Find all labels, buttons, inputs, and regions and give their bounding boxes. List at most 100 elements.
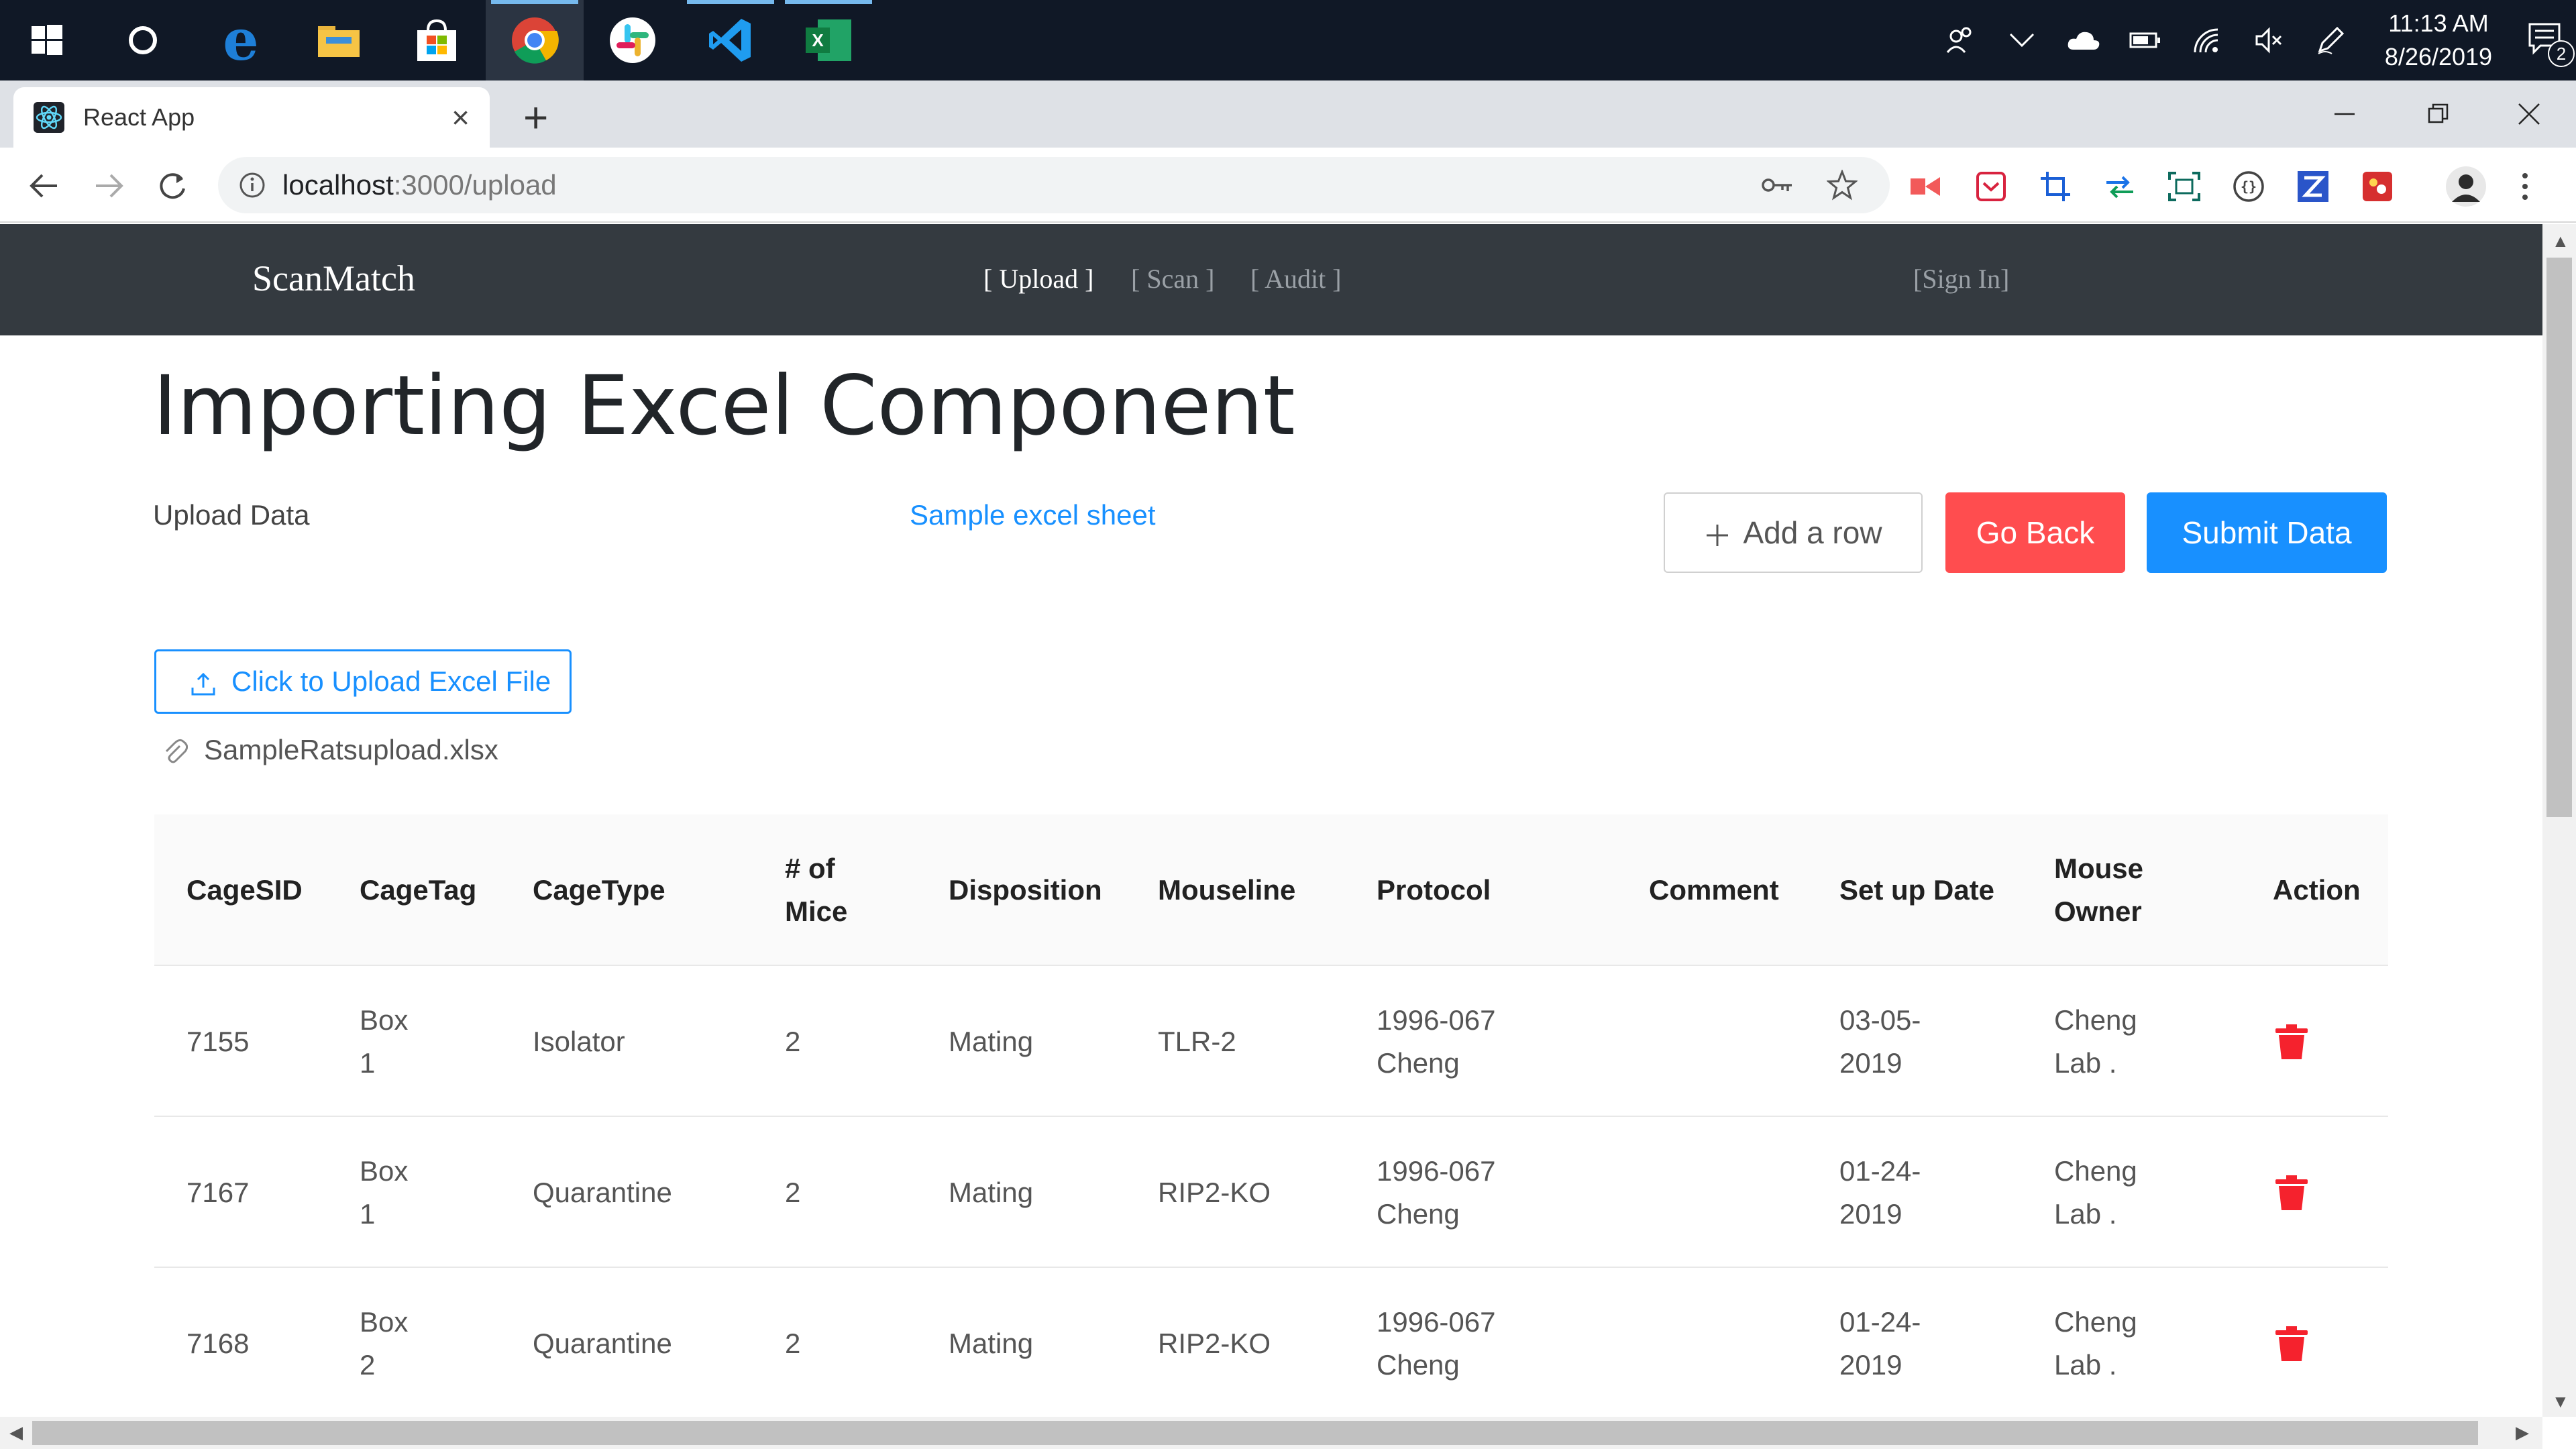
header-num-mice[interactable]: # of Mice <box>785 814 847 966</box>
extension-screenshot-icon[interactable] <box>2165 168 2203 205</box>
people-icon[interactable] <box>1929 0 1991 80</box>
table-header-row: CageSID CageTag CageType # of Mice Dispo… <box>154 814 2388 966</box>
excel-taskbar-button[interactable]: X <box>780 0 877 80</box>
scroll-up-arrow-icon[interactable]: ▲ <box>2552 231 2569 252</box>
close-window-button[interactable] <box>2482 80 2576 148</box>
go-back-button[interactable]: Go Back <box>1945 492 2125 573</box>
add-row-button[interactable]: Add a row <box>1664 492 1923 573</box>
header-mouse-owner[interactable]: Mouse Owner <box>2054 814 2143 966</box>
scroll-right-arrow-icon[interactable]: ▶ <box>2516 1422 2529 1443</box>
scroll-down-arrow-icon[interactable]: ▼ <box>2552 1391 2569 1412</box>
cell-protocol-line1: 1996-067 <box>1377 1155 1496 1187</box>
file-explorer-icon <box>318 26 360 57</box>
forward-button[interactable] <box>86 162 133 209</box>
profile-avatar[interactable] <box>2445 165 2487 208</box>
wifi-icon[interactable] <box>2176 0 2238 80</box>
scroll-left-arrow-icon[interactable]: ◀ <box>9 1422 23 1443</box>
chrome-taskbar-button[interactable] <box>486 0 584 80</box>
back-button[interactable] <box>20 162 67 209</box>
notification-badge: 2 <box>2548 40 2575 67</box>
vscode-icon <box>709 19 751 62</box>
info-icon[interactable] <box>238 171 266 199</box>
svg-text:{}: {} <box>2241 178 2257 195</box>
vertical-scrollbar[interactable]: ▲ ▼ <box>2542 224 2576 1417</box>
pen-ink-icon[interactable] <box>2300 0 2361 80</box>
header-action: Action <box>2273 874 2361 906</box>
system-clock[interactable]: 11:13 AM 8/26/2019 <box>2361 7 2516 74</box>
trash-icon <box>2275 1326 2308 1361</box>
trash-icon <box>2275 1175 2308 1210</box>
header-comment[interactable]: Comment <box>1649 814 1779 966</box>
delete-row-button[interactable] <box>2274 1268 2309 1417</box>
nav-upload[interactable]: [ Upload ] <box>983 263 1093 294</box>
nav-scan[interactable]: [ Scan ] <box>1131 263 1214 294</box>
slack-taskbar-button[interactable] <box>584 0 682 80</box>
header-protocol[interactable]: Protocol <box>1377 814 1491 966</box>
nav-audit[interactable]: [ Audit ] <box>1250 263 1342 294</box>
onedrive-icon[interactable] <box>2053 0 2114 80</box>
brand-logo[interactable]: ScanMatch <box>252 258 415 299</box>
upload-excel-button[interactable]: Click to Upload Excel File <box>154 649 572 714</box>
reload-button[interactable] <box>149 162 196 209</box>
extension-screencast-icon[interactable] <box>1907 168 1944 205</box>
bookmark-star-icon[interactable] <box>1827 157 1858 213</box>
tab-close-icon[interactable]: × <box>451 99 470 136</box>
extension-colorpick-icon[interactable] <box>2359 168 2396 205</box>
browser-menu-icon[interactable] <box>2512 168 2538 205</box>
close-icon <box>2518 103 2540 125</box>
store-taskbar-button[interactable] <box>388 0 486 80</box>
windows-start-button[interactable] <box>0 0 94 80</box>
cell-setup-date: 01-24- 2019 <box>1839 1268 1921 1417</box>
running-app-indicator <box>687 0 774 4</box>
restore-button[interactable] <box>2392 80 2485 148</box>
cell-cagetype: Quarantine <box>533 1327 672 1359</box>
sample-excel-link[interactable]: Sample excel sheet <box>910 499 1156 531</box>
header-setup-date[interactable]: Set up Date <box>1839 814 1994 966</box>
extension-switch-arrows-icon[interactable] <box>2101 168 2139 205</box>
header-disposition[interactable]: Disposition <box>949 814 1102 966</box>
vscode-taskbar-button[interactable] <box>682 0 780 80</box>
nav-sign-in[interactable]: [Sign In] <box>1913 263 2009 294</box>
action-center-button[interactable]: 2 <box>2516 0 2576 80</box>
minimize-button[interactable] <box>2298 80 2392 148</box>
delete-row-button[interactable] <box>2274 1117 2309 1268</box>
header-mouse-owner-line2: Owner <box>2054 896 2142 927</box>
header-cagesid[interactable]: CageSID <box>186 814 303 966</box>
battery-icon[interactable] <box>2114 0 2176 80</box>
chevron-up-icon[interactable] <box>1991 0 2053 80</box>
extension-zotero-icon[interactable] <box>2294 168 2332 205</box>
cell-cagesid: 7155 <box>186 1025 250 1057</box>
uploaded-file-item[interactable]: SampleRatsupload.xlsx <box>161 734 498 766</box>
edge-taskbar-button[interactable]: e <box>192 0 290 80</box>
horizontal-scroll-thumb[interactable] <box>32 1421 2478 1445</box>
browser-tabstrip: React App × + <box>0 80 2576 148</box>
header-mouseline[interactable]: Mouseline <box>1158 814 1295 966</box>
extension-json-icon[interactable]: {} <box>2230 168 2267 205</box>
react-favicon-icon <box>34 102 64 133</box>
browser-tab[interactable]: React App × <box>13 87 490 148</box>
cell-protocol: 1996-067 Cheng <box>1377 1117 1496 1268</box>
new-tab-button[interactable]: + <box>523 93 548 142</box>
cortana-button[interactable] <box>94 0 192 80</box>
minimize-icon <box>2334 113 2355 115</box>
slack-icon <box>610 17 655 63</box>
extension-crop-icon[interactable] <box>2037 168 2074 205</box>
url-text[interactable]: localhost:3000/upload <box>282 169 557 201</box>
svg-text:X: X <box>812 30 824 50</box>
vertical-scroll-thumb[interactable] <box>2546 258 2572 817</box>
speaker-muted-icon[interactable] <box>2238 0 2300 80</box>
address-bar[interactable]: localhost:3000/upload <box>218 157 1890 213</box>
file-explorer-taskbar-button[interactable] <box>290 0 388 80</box>
header-cagetag[interactable]: CageTag <box>360 814 476 966</box>
delete-row-button[interactable] <box>2274 966 2309 1117</box>
password-key-icon[interactable] <box>1761 157 1794 213</box>
cell-disposition: Mating <box>949 1176 1034 1208</box>
cell-setup-date-line2: 2019 <box>1839 1046 1902 1079</box>
horizontal-scrollbar[interactable]: ◀ ▶ <box>0 1417 2542 1449</box>
extension-pocket-icon[interactable] <box>1972 168 2010 205</box>
reload-icon <box>160 173 185 199</box>
submit-data-button[interactable]: Submit Data <box>2147 492 2387 573</box>
cell-mouse-owner-line1: Cheng <box>2054 1155 2137 1187</box>
header-cagetype[interactable]: CageType <box>533 814 665 966</box>
cell-setup-date-line2: 2019 <box>1839 1197 1902 1230</box>
